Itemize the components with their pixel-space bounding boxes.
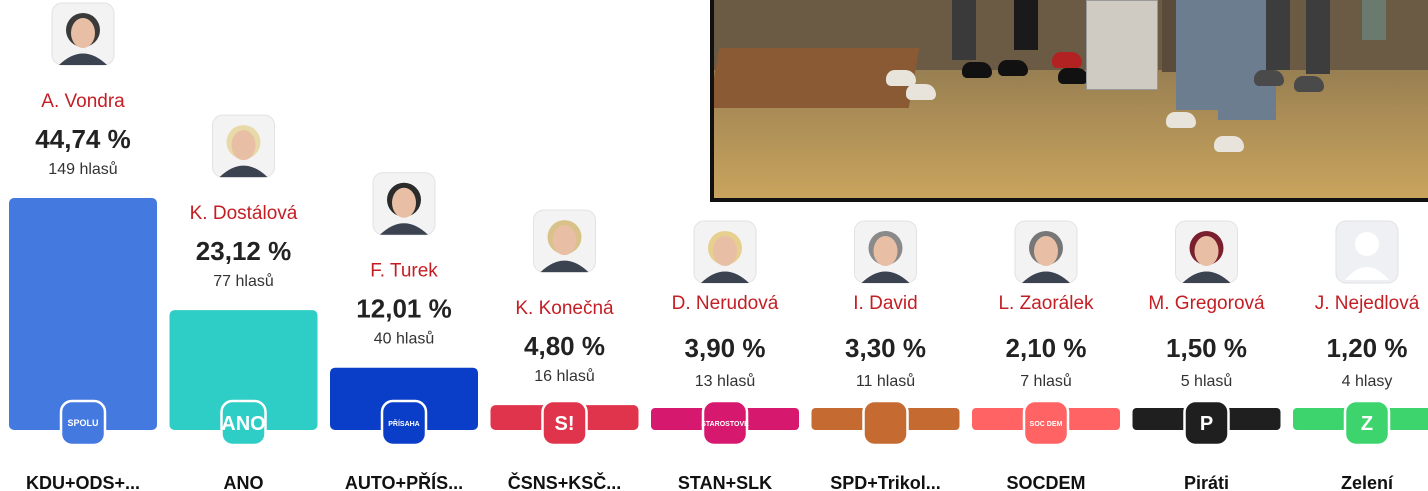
candidate-name: J. Nejedlová bbox=[1315, 293, 1420, 314]
percent-label: 3,30 % bbox=[845, 333, 926, 363]
candidate-name: D. Nerudová bbox=[672, 293, 779, 314]
party-logo-text: PŘÍSAHA bbox=[388, 419, 420, 428]
votes-label: 149 hlasů bbox=[48, 160, 117, 178]
party-logo-text: ANO bbox=[221, 413, 265, 435]
party-logo-text: Z bbox=[1361, 413, 1373, 435]
party-logo-text: S! bbox=[555, 413, 575, 435]
percent-label: 44,74 % bbox=[35, 124, 130, 154]
avatar-face bbox=[1194, 236, 1219, 266]
bar bbox=[9, 198, 157, 430]
candidate-name: M. Gregorová bbox=[1148, 293, 1265, 314]
party-name: ANO bbox=[224, 473, 264, 491]
party-name: KDU+ODS+... bbox=[26, 473, 140, 491]
party-logo-text: SOC DEM bbox=[1030, 421, 1063, 428]
party-name: AUTO+PŘÍS... bbox=[345, 472, 463, 491]
candidate-name: I. David bbox=[853, 293, 917, 314]
party-name: SOCDEM bbox=[1006, 473, 1085, 491]
percent-label: 3,90 % bbox=[685, 333, 766, 363]
avatar-face bbox=[71, 18, 95, 48]
party-name: Piráti bbox=[1184, 473, 1229, 491]
avatar-face bbox=[873, 236, 898, 266]
avatar-face bbox=[231, 130, 256, 161]
avatar-face bbox=[552, 225, 577, 256]
party-name: ČSNS+KSČ... bbox=[508, 472, 622, 491]
votes-label: 13 hlasů bbox=[695, 372, 756, 390]
avatar-face bbox=[713, 236, 737, 266]
party-name: SPD+Trikol... bbox=[830, 473, 941, 491]
percent-label: 12,01 % bbox=[356, 294, 451, 324]
votes-label: 5 hlasů bbox=[1181, 372, 1233, 390]
party-name: STAN+SLK bbox=[678, 473, 772, 491]
candidate-name: K. Konečná bbox=[515, 298, 614, 319]
avatar-face bbox=[392, 187, 416, 218]
election-bar-chart: 149 hlasů 44,74 % A. Vondra SPOLU KDU+ODS+..… bbox=[9, 2, 1428, 491]
votes-label: 40 hlasů bbox=[374, 330, 435, 348]
candidate-name: F. Turek bbox=[370, 261, 438, 282]
votes-label: 77 hlasů bbox=[213, 272, 274, 290]
percent-label: 4,80 % bbox=[524, 331, 605, 361]
percent-label: 23,12 % bbox=[196, 236, 291, 266]
votes-label: 11 hlasů bbox=[856, 372, 915, 390]
party-logo-text: SPOLU bbox=[67, 418, 98, 428]
avatar-face bbox=[1034, 236, 1058, 266]
party-logo-text: P bbox=[1200, 413, 1213, 435]
candidate-name: A. Vondra bbox=[41, 91, 125, 112]
candidate-name: L. Zaorálek bbox=[998, 293, 1094, 314]
votes-label: 7 hlasů bbox=[1020, 372, 1072, 390]
party-logo bbox=[862, 399, 909, 447]
party-name: Zelení bbox=[1341, 473, 1394, 491]
percent-label: 1,50 % bbox=[1166, 333, 1247, 363]
votes-label: 4 hlasy bbox=[1342, 373, 1393, 390]
avatar-head-icon bbox=[1355, 232, 1379, 256]
candidate-name: K. Dostálová bbox=[190, 203, 298, 224]
percent-label: 1,20 % bbox=[1327, 333, 1408, 363]
percent-label: 2,10 % bbox=[1006, 333, 1087, 363]
party-logo-text: STAROSTOVÉ bbox=[701, 419, 749, 428]
votes-label: 16 hlasů bbox=[534, 367, 595, 385]
